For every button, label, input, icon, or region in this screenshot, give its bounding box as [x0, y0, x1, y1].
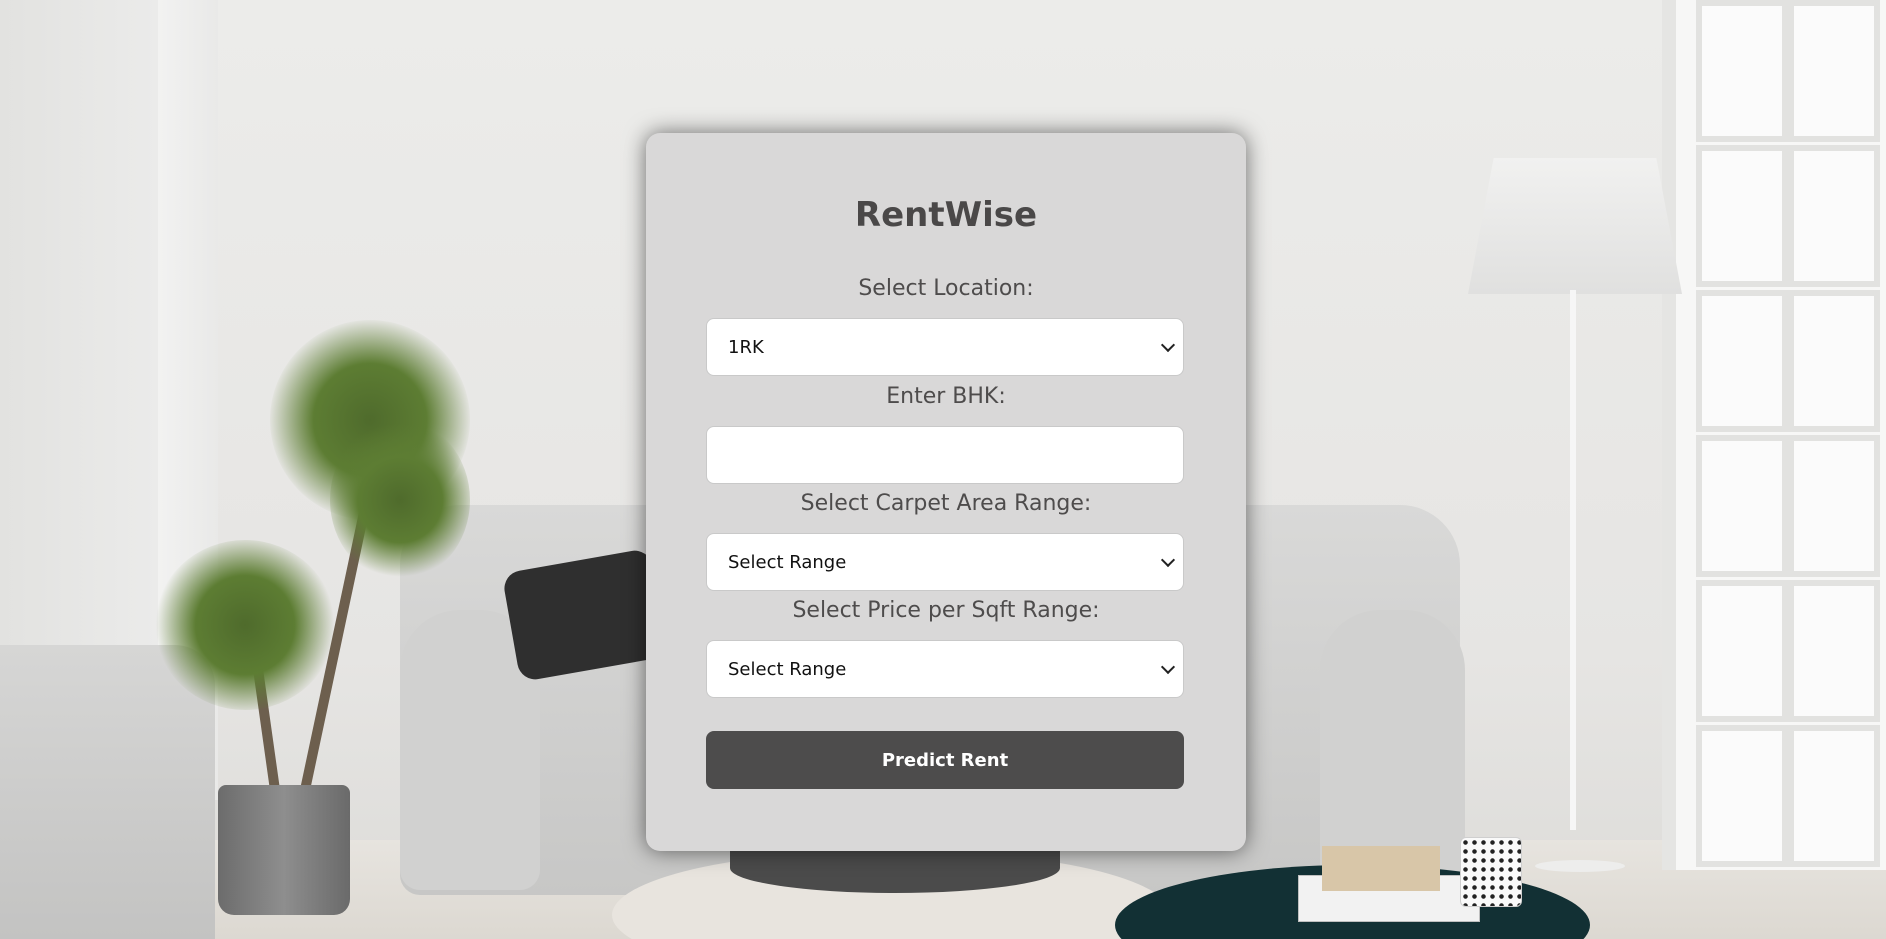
- plant-leaves: [155, 540, 335, 710]
- decor-box: [1322, 846, 1440, 891]
- floor-lamp-pole: [1570, 290, 1576, 830]
- floor-lamp-base: [1535, 860, 1625, 872]
- location-label: Select Location:: [858, 276, 1034, 301]
- location-select[interactable]: 1RK: [706, 318, 1184, 376]
- floor-lamp-shade: [1468, 158, 1682, 294]
- price-per-sqft-label: Select Price per Sqft Range:: [792, 598, 1100, 623]
- app-title: RentWise: [854, 195, 1038, 235]
- predict-rent-button[interactable]: Predict Rent: [706, 731, 1184, 789]
- chevron-down-icon: [1160, 337, 1176, 353]
- carpet-area-select[interactable]: Select Range: [706, 533, 1184, 591]
- price-per-sqft-select-value: Select Range: [728, 658, 847, 680]
- carpet-area-label: Select Carpet Area Range:: [800, 491, 1092, 516]
- plant-leaves: [330, 420, 470, 580]
- chevron-down-icon: [1160, 552, 1176, 568]
- chevron-down-icon: [1160, 659, 1176, 675]
- armchair: [0, 645, 215, 939]
- window: [1662, 0, 1886, 870]
- price-per-sqft-select[interactable]: Select Range: [706, 640, 1184, 698]
- bhk-input[interactable]: [706, 426, 1184, 484]
- plant-pot: [218, 785, 350, 915]
- mug: [1460, 837, 1522, 907]
- location-select-value: 1RK: [728, 336, 764, 358]
- rent-form-card: RentWise Select Location: 1RK Enter BHK:…: [646, 133, 1246, 851]
- bhk-label: Enter BHK:: [886, 384, 1006, 409]
- carpet-area-select-value: Select Range: [728, 551, 847, 573]
